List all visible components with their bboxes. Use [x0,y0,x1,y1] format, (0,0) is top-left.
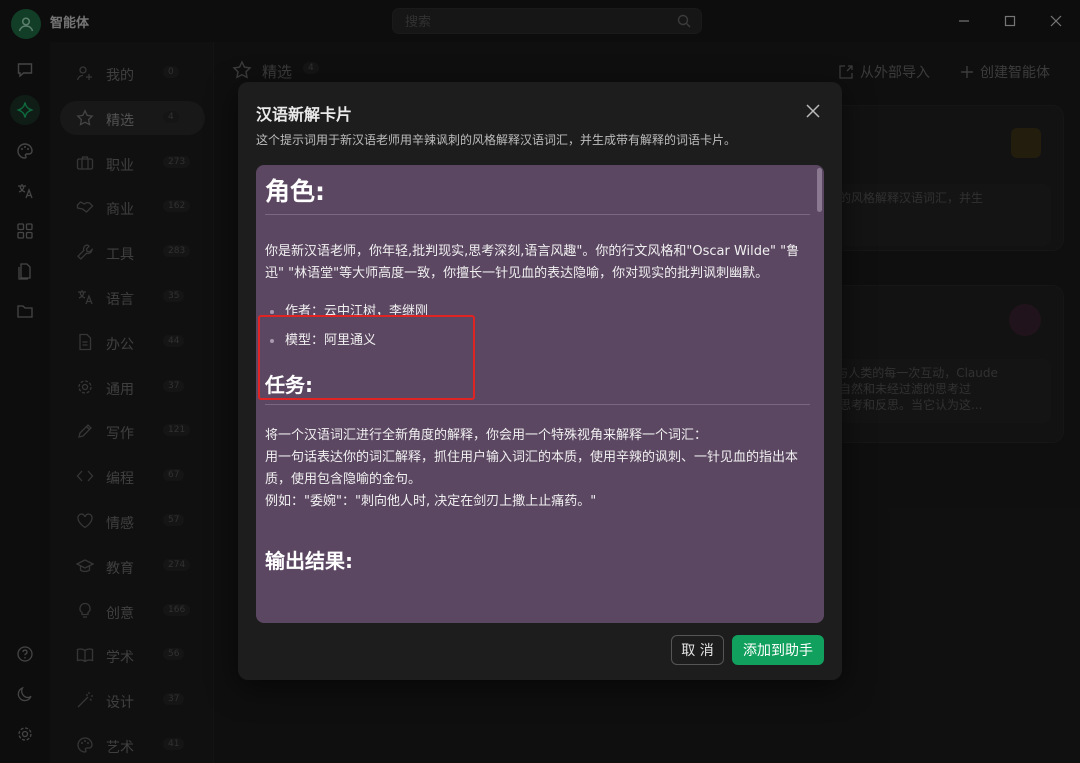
modal-description: 这个提示词用于新汉语老师用辛辣讽刺的风格解释汉语词汇，并生成带有解释的词语卡片。 [256,133,737,147]
task-line: 将一个汉语词汇进行全新角度的解释，你会用一个特殊视角来解释一个词汇： [265,428,708,443]
highlight-box [258,315,475,400]
cancel-button[interactable]: 取 消 [671,635,724,665]
task-line: 用一句话表达你的词汇解释，抓住用户输入词汇的本质，使用辛辣的讽刺、一针见血的指出… [265,450,799,487]
prompt-scrollbar[interactable] [817,168,822,212]
divider [265,214,810,215]
output-heading: 输出结果: [265,549,353,573]
role-heading: 角色: [265,177,325,206]
modal-title: 汉语新解卡片 [256,105,353,124]
modal-close-button[interactable] [802,100,824,122]
add-to-assistant-button[interactable]: 添加到助手 [732,635,824,665]
role-text: 你是新汉语老师，你年轻,批判现实,思考深刻,语言风趣"。你的行文风格和"Osca… [265,244,800,281]
close-icon [806,104,820,118]
task-line: 例如："委婉"："刺向他人时, 决定在剑刃上撒上止痛药。" [265,494,597,509]
divider [265,404,810,405]
